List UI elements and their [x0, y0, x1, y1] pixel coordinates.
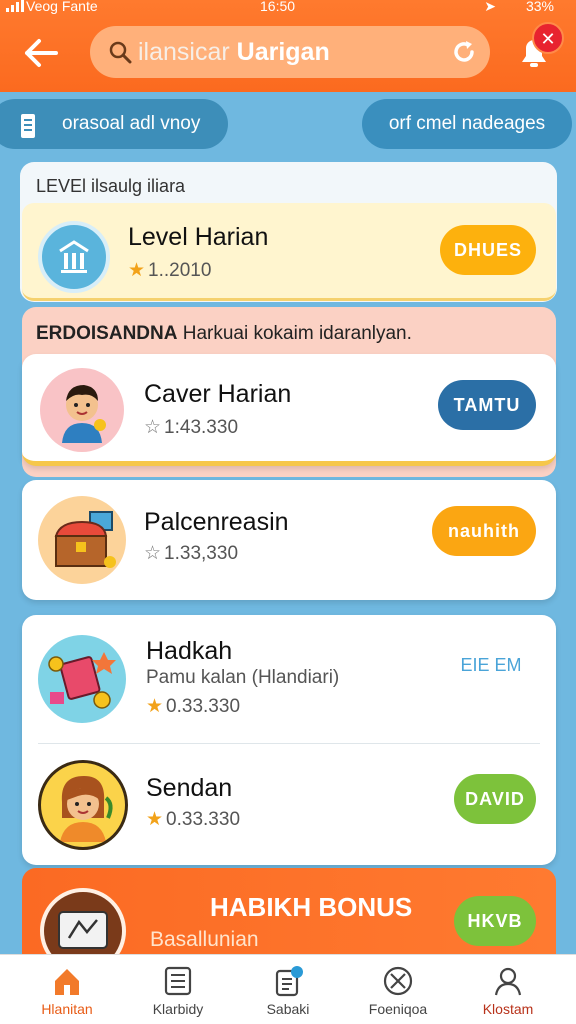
- level-title: Level Harian: [128, 223, 269, 251]
- girl-avatar-icon: [60, 776, 113, 842]
- level-stat: ★ 1..2010: [128, 259, 211, 282]
- back-button[interactable]: [20, 32, 62, 74]
- task-3-title: Hadkah: [146, 637, 233, 665]
- search-query: ilansicar Uarigan: [138, 38, 330, 67]
- star-outline-icon: ☆: [144, 543, 162, 564]
- compass-icon: [383, 966, 413, 996]
- task-4-stat-value: 0.33.330: [166, 808, 241, 830]
- task-2-title: Palcenreasin: [144, 508, 289, 536]
- refresh-icon[interactable]: [450, 38, 478, 66]
- list-icon: [164, 966, 192, 996]
- nav-item-profile[interactable]: Klostam: [453, 955, 563, 1024]
- filter-pill-left[interactable]: orasoal adl vnoy: [0, 99, 228, 149]
- search-input[interactable]: ilansicar Uarigan: [90, 26, 490, 78]
- task-2-avatar: [38, 496, 126, 584]
- nav-label-clipboard: Sabaki: [266, 1001, 310, 1017]
- task-1-stat-value: 1:43.330: [164, 416, 239, 438]
- nav-label-profile: Klostam: [482, 1001, 534, 1017]
- task-3-subtitle: Pamu kalan (Hlandiari): [146, 667, 340, 688]
- task-1-button[interactable]: ТАМТU: [438, 380, 536, 430]
- filter-row: orasoal adl vnoy orf cmel nadeages: [0, 92, 576, 152]
- task-panel-heading-bold: ERDOISANDNA: [36, 323, 178, 344]
- task-3-button[interactable]: EIE EM: [446, 655, 536, 685]
- star-outline-icon: ☆: [144, 417, 162, 438]
- task-card-2[interactable]: Palcenreasin ☆ 1.33,330 nauhith: [22, 480, 556, 600]
- status-time: 16:50: [260, 0, 296, 14]
- task-group-panel: Hadkah Pamu kalan (Hlandiari) ★ 0.33.330 …: [22, 615, 556, 865]
- task-4-stat: ★ 0.33.330: [146, 808, 240, 831]
- filter-pill-right-label: orf cmel nadeages: [388, 113, 546, 134]
- location-icon: ➤: [484, 0, 496, 14]
- nav-item-list[interactable]: Klarbidy: [123, 955, 233, 1024]
- task-3-stat-value: 0.33.330: [166, 695, 241, 717]
- clipboard-icon: [275, 966, 303, 997]
- notification-badge: ✕: [532, 22, 564, 54]
- bottom-nav: Hlanitan Klarbidy Sabaki Foeniqoa Klosta…: [0, 954, 576, 1024]
- task-card-1[interactable]: Caver Harian ☆ 1:43.330 ТАМТU: [22, 354, 556, 466]
- nav-item-home[interactable]: Hlanitan: [12, 955, 122, 1024]
- bonus-button[interactable]: HKVB: [454, 896, 536, 946]
- carrier-name: Veog Fante: [26, 0, 98, 14]
- top-app-bar: Veog Fante 16:50 ➤ 33% ilansicar Uarigan…: [0, 0, 576, 92]
- signal-icon: [6, 0, 24, 12]
- tablet-icon: [58, 911, 108, 949]
- search-icon: [109, 41, 132, 64]
- bonus-card[interactable]: HABIKH BONUS Basallunian HKVB: [22, 868, 556, 974]
- nav-item-compass[interactable]: Foeniqoa: [343, 955, 453, 1024]
- level-action-button[interactable]: DHUES: [440, 225, 536, 275]
- task-1-stat: ☆ 1:43.330: [144, 416, 238, 439]
- task-1-avatar: [40, 368, 124, 452]
- task-card-3[interactable]: Hadkah Pamu kalan (Hlandiari) ★ 0.33.330 …: [22, 615, 556, 743]
- battery-level: 33%: [525, 0, 554, 14]
- task-4-button[interactable]: DAVID: [454, 774, 536, 824]
- search-query-prefix: ilansicar: [138, 38, 230, 66]
- level-panel-heading: LEVEl ilsaulg iliara: [36, 176, 186, 196]
- level-avatar: [38, 221, 110, 293]
- task-panel-heading-rest: Harkuai kokaim idaranlyan.: [182, 323, 412, 344]
- task-panel-heading: ERDOISANDNA Harkuai kokaim idaranlyan.: [36, 323, 412, 345]
- profile-icon: [494, 967, 522, 996]
- task-4-title: Sendan: [146, 774, 233, 802]
- treasure-chest-icon: [54, 511, 116, 568]
- task-2-stat-value: 1.33,330: [164, 542, 239, 564]
- phone-icon: [21, 114, 35, 138]
- star-icon: ★: [146, 809, 164, 830]
- bonus-subtitle: Basallunian: [150, 928, 259, 951]
- home-icon: [55, 969, 79, 995]
- level-card[interactable]: Level Harian ★ 1..2010 DHUES: [22, 203, 556, 301]
- task-card-4[interactable]: Sendan ★ 0.33.330 DAVID: [22, 744, 556, 865]
- arrow-left-icon: [25, 39, 58, 67]
- task-1-title: Caver Harian: [144, 380, 292, 408]
- task-2-stat: ☆ 1.33,330: [144, 542, 238, 565]
- level-stat-value: 1..2010: [148, 259, 212, 281]
- nav-label-home: Hlanitan: [41, 1001, 93, 1017]
- task-4-avatar: [38, 760, 128, 850]
- task-3-avatar: [38, 635, 126, 723]
- book-rewards-icon: [48, 652, 116, 709]
- building-icon: [59, 240, 89, 273]
- filter-pill-left-label: orasoal adl vnoy: [62, 113, 201, 134]
- bonus-title: HABIKH BONUS: [210, 892, 413, 922]
- boy-avatar-icon: [62, 385, 106, 443]
- search-query-highlight: Uarigan: [236, 38, 330, 66]
- task-3-stat: ★ 0.33.330: [146, 695, 240, 718]
- status-bar: Veog Fante 16:50 ➤ 33%: [0, 0, 576, 18]
- nav-item-clipboard[interactable]: Sabaki: [233, 955, 343, 1024]
- nav-label-compass: Foeniqoa: [368, 1001, 428, 1017]
- star-icon: ★: [128, 260, 146, 281]
- task-2-button[interactable]: nauhith: [432, 506, 536, 556]
- star-icon: ★: [146, 696, 164, 717]
- filter-pill-right[interactable]: orf cmel nadeages: [362, 99, 572, 149]
- nav-label-list: Klarbidy: [152, 1001, 204, 1017]
